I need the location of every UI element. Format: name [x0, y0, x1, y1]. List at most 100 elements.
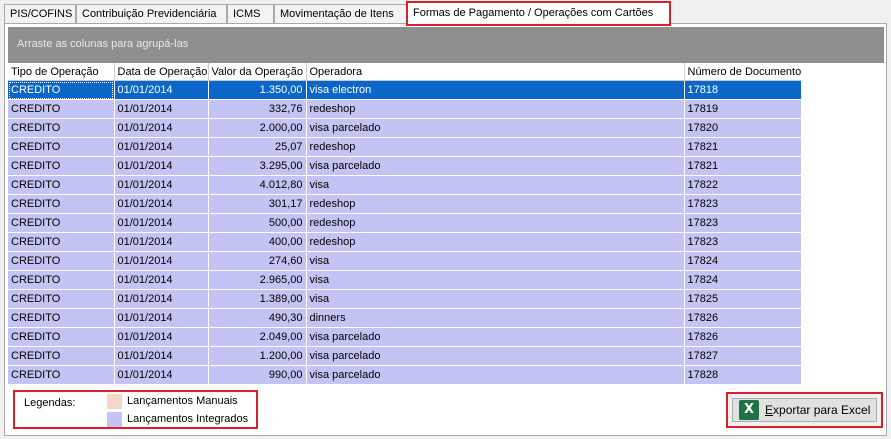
cell-tipo[interactable]: CREDITO [8, 365, 115, 385]
cell-tipo[interactable]: CREDITO [8, 80, 115, 100]
cell-operadora[interactable]: visa [306, 270, 685, 290]
tab-formas-de-pagamento[interactable]: Formas de Pagamento / Operações com Cart… [406, 1, 671, 26]
cell-valor[interactable]: 25,07 [208, 137, 307, 157]
cell-tipo[interactable]: CREDITO [8, 251, 115, 271]
cell-numero-documento[interactable]: 17825 [684, 289, 801, 309]
table-row[interactable]: CREDITO 01/01/2014 2.000,00 visa parcelado 1… [8, 118, 801, 138]
cell-numero-documento[interactable]: 17827 [684, 346, 801, 366]
table-row[interactable]: CREDITO 01/01/2014 2.049,00 visa parcelado 1… [8, 327, 801, 347]
cell-operadora[interactable]: redeshop [306, 232, 685, 252]
cell-data[interactable]: 01/01/2014 [114, 327, 209, 347]
cell-data[interactable]: 01/01/2014 [114, 194, 209, 214]
cell-data[interactable]: 01/01/2014 [114, 99, 209, 119]
cell-numero-documento[interactable]: 17818 [684, 80, 801, 100]
table-row[interactable]: CREDITO 01/01/2014 500,00 redeshop 17823 [8, 213, 801, 233]
cell-valor[interactable]: 2.965,00 [208, 270, 307, 290]
cell-tipo[interactable]: CREDITO [8, 346, 115, 366]
cell-data[interactable]: 01/01/2014 [114, 270, 209, 290]
cell-data[interactable]: 01/01/2014 [114, 156, 209, 176]
cell-operadora[interactable]: visa parcelado [306, 346, 685, 366]
cell-operadora[interactable]: visa electron [306, 80, 685, 100]
cell-tipo[interactable]: CREDITO [8, 327, 115, 347]
cell-operadora[interactable]: visa parcelado [306, 327, 685, 347]
cell-valor[interactable]: 990,00 [208, 365, 307, 385]
cell-data[interactable]: 01/01/2014 [114, 232, 209, 252]
cell-numero-documento[interactable]: 17819 [684, 99, 801, 119]
cell-operadora[interactable]: redeshop [306, 99, 685, 119]
table-row[interactable]: CREDITO 01/01/2014 1.350,00 visa electron 17… [8, 80, 801, 100]
cell-numero-documento[interactable]: 17821 [684, 156, 801, 176]
cell-numero-documento[interactable]: 17826 [684, 327, 801, 347]
cell-data[interactable]: 01/01/2014 [114, 289, 209, 309]
cell-valor[interactable]: 2.049,00 [208, 327, 307, 347]
cell-valor[interactable]: 301,17 [208, 194, 307, 214]
cell-numero-documento[interactable]: 17823 [684, 194, 801, 214]
cell-operadora[interactable]: dinners [306, 308, 685, 328]
table-row[interactable]: CREDITO 01/01/2014 274,60 visa 17824 [8, 251, 801, 271]
cell-numero-documento[interactable]: 17823 [684, 232, 801, 252]
cell-tipo[interactable]: CREDITO [8, 194, 115, 214]
cell-data[interactable]: 01/01/2014 [114, 175, 209, 195]
table-row[interactable]: CREDITO 01/01/2014 3.295,00 visa parcelado 1… [8, 156, 801, 176]
cell-numero-documento[interactable]: 17828 [684, 365, 801, 385]
table-row[interactable]: CREDITO 01/01/2014 1.389,00 visa 17825 [8, 289, 801, 309]
cell-tipo[interactable]: CREDITO [8, 270, 115, 290]
cell-operadora[interactable]: visa [306, 251, 685, 271]
cell-valor[interactable]: 3.295,00 [208, 156, 307, 176]
cell-data[interactable]: 01/01/2014 [114, 365, 209, 385]
cell-valor[interactable]: 274,60 [208, 251, 307, 271]
cell-valor[interactable]: 4.012,80 [208, 175, 307, 195]
cell-numero-documento[interactable]: 17821 [684, 137, 801, 157]
column-header-operadora[interactable]: Operadora [306, 63, 685, 81]
cell-tipo[interactable]: CREDITO [8, 289, 115, 309]
cell-valor[interactable]: 500,00 [208, 213, 307, 233]
cell-tipo[interactable]: CREDITO [8, 156, 115, 176]
cell-valor[interactable]: 490,30 [208, 308, 307, 328]
table-row[interactable]: CREDITO 01/01/2014 332,76 redeshop 17819 [8, 99, 801, 119]
cell-data[interactable]: 01/01/2014 [114, 80, 209, 100]
cell-valor[interactable]: 1.350,00 [208, 80, 307, 100]
column-header-tipo[interactable]: Tipo de Operação [8, 63, 115, 81]
cell-operadora[interactable]: visa parcelado [306, 118, 685, 138]
export-excel-button[interactable]: X Exportar para Excel [732, 398, 877, 422]
cell-valor[interactable]: 332,76 [208, 99, 307, 119]
cell-tipo[interactable]: CREDITO [8, 232, 115, 252]
cell-tipo[interactable]: CREDITO [8, 137, 115, 157]
cell-tipo[interactable]: CREDITO [8, 118, 115, 138]
cell-numero-documento[interactable]: 17824 [684, 270, 801, 290]
cell-valor[interactable]: 1.200,00 [208, 346, 307, 366]
cell-operadora[interactable]: visa parcelado [306, 156, 685, 176]
cell-data[interactable]: 01/01/2014 [114, 308, 209, 328]
table-row[interactable]: CREDITO 01/01/2014 1.200,00 visa parcelado 1… [8, 346, 801, 366]
cell-data[interactable]: 01/01/2014 [114, 118, 209, 138]
cell-data[interactable]: 01/01/2014 [114, 213, 209, 233]
cell-data[interactable]: 01/01/2014 [114, 137, 209, 157]
cell-valor[interactable]: 2.000,00 [208, 118, 307, 138]
cell-valor[interactable]: 1.389,00 [208, 289, 307, 309]
tab-pis-cofins[interactable]: PIS/COFINS [4, 4, 76, 23]
payments-grid[interactable]: Tipo de Operação Data de Operação Valor … [8, 63, 801, 386]
table-row[interactable]: CREDITO 01/01/2014 4.012,80 visa 17822 [8, 175, 801, 195]
tab-icms[interactable]: ICMS [227, 4, 274, 23]
cell-numero-documento[interactable]: 17823 [684, 213, 801, 233]
tab-movimentacao-de-itens[interactable]: Movimentação de Itens [274, 4, 407, 23]
cell-tipo[interactable]: CREDITO [8, 99, 115, 119]
cell-tipo[interactable]: CREDITO [8, 308, 115, 328]
column-header-valor[interactable]: Valor da Operação [208, 63, 307, 81]
cell-operadora[interactable]: redeshop [306, 137, 685, 157]
cell-valor[interactable]: 400,00 [208, 232, 307, 252]
cell-operadora[interactable]: visa [306, 175, 685, 195]
table-row[interactable]: CREDITO 01/01/2014 2.965,00 visa 17824 [8, 270, 801, 290]
table-row[interactable]: CREDITO 01/01/2014 400,00 redeshop 17823 [8, 232, 801, 252]
tab-contribuicao-previdenciaria[interactable]: Contribuição Previdenciária [76, 4, 227, 23]
cell-data[interactable]: 01/01/2014 [114, 346, 209, 366]
group-by-bar[interactable]: Arraste as colunas para agrupá-las [8, 27, 884, 63]
cell-operadora[interactable]: visa parcelado [306, 365, 685, 385]
table-row[interactable]: CREDITO 01/01/2014 301,17 redeshop 17823 [8, 194, 801, 214]
cell-tipo[interactable]: CREDITO [8, 213, 115, 233]
table-row[interactable]: CREDITO 01/01/2014 25,07 redeshop 17821 [8, 137, 801, 157]
cell-data[interactable]: 01/01/2014 [114, 251, 209, 271]
cell-operadora[interactable]: redeshop [306, 213, 685, 233]
cell-tipo[interactable]: CREDITO [8, 175, 115, 195]
cell-operadora[interactable]: visa [306, 289, 685, 309]
